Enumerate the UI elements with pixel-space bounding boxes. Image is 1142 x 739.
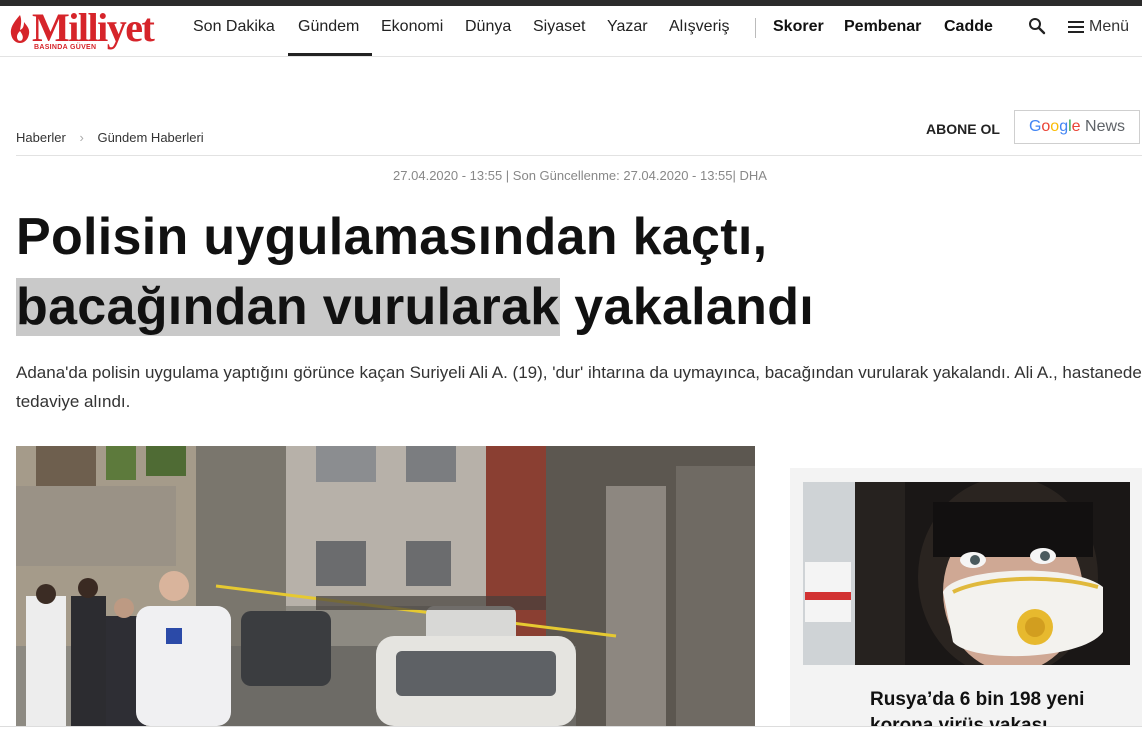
article-headline: Polisin uygulamasından kaçtı, bacağından…	[16, 202, 1136, 342]
news-wordmark: News	[1085, 118, 1126, 135]
header-divider	[16, 155, 1142, 156]
nav-item-dunya[interactable]: Dünya	[465, 18, 511, 36]
top-navbar: Milliyet BASINDA GÜVEN Son Dakika Gündem…	[0, 6, 1142, 57]
headline-rest: yakalandı	[559, 278, 814, 336]
related-news-photo[interactable]	[803, 482, 1130, 665]
nav-item-yazar[interactable]: Yazar	[607, 18, 648, 36]
nav-item-siyaset[interactable]: Siyaset	[533, 18, 585, 36]
nav-item-skorer[interactable]: Skorer	[773, 18, 824, 36]
breadcrumb-item-haberler[interactable]: Haberler	[16, 130, 66, 145]
masked-woman-image	[803, 482, 1130, 665]
article-summary: Adana'da polisin uygulama yaptığını görü…	[16, 363, 1142, 411]
google-wordmark: Google	[1028, 118, 1081, 135]
flame-icon	[10, 15, 30, 43]
nav-item-gundem[interactable]: Gündem	[298, 18, 359, 36]
headline-line-1: Polisin uygulamasından kaçtı,	[16, 208, 768, 266]
subscribe-label: ABONE OL	[926, 121, 1000, 137]
nav-item-cadde[interactable]: Cadde	[944, 18, 993, 36]
logo-tagline: BASINDA GÜVEN	[34, 44, 97, 51]
breadcrumb: Haberler › Gündem Haberleri	[16, 130, 204, 145]
page-bottom-edge	[0, 726, 1142, 739]
hamburger-icon[interactable]	[1068, 20, 1084, 34]
nav-item-pembenar[interactable]: Pembenar	[844, 18, 921, 36]
search-icon[interactable]	[1028, 17, 1046, 35]
google-news-logo: Google News	[1029, 118, 1125, 135]
headline-highlighted-text: bacağından vurularak	[16, 278, 560, 336]
street-scene-image	[16, 446, 755, 726]
menu-button[interactable]: Menü	[1089, 18, 1129, 36]
nav-active-indicator	[288, 53, 372, 56]
nav-item-ekonomi[interactable]: Ekonomi	[381, 18, 443, 36]
milliyet-logo[interactable]: Milliyet BASINDA GÜVEN	[8, 8, 184, 54]
nav-item-alisveris[interactable]: Alışveriş	[669, 18, 729, 36]
breadcrumb-item-gundem-haberleri[interactable]: Gündem Haberleri	[97, 130, 203, 145]
chevron-right-icon: ›	[79, 130, 84, 145]
nav-item-son-dakika[interactable]: Son Dakika	[193, 18, 275, 36]
logo-wordmark: Milliyet	[32, 5, 155, 50]
article-dateline: 27.04.2020 - 13:55 | Son Güncellenme: 27…	[393, 168, 767, 183]
article-main-photo[interactable]	[16, 446, 755, 726]
nav-divider	[755, 18, 756, 38]
google-news-button[interactable]: Google News	[1014, 110, 1140, 144]
